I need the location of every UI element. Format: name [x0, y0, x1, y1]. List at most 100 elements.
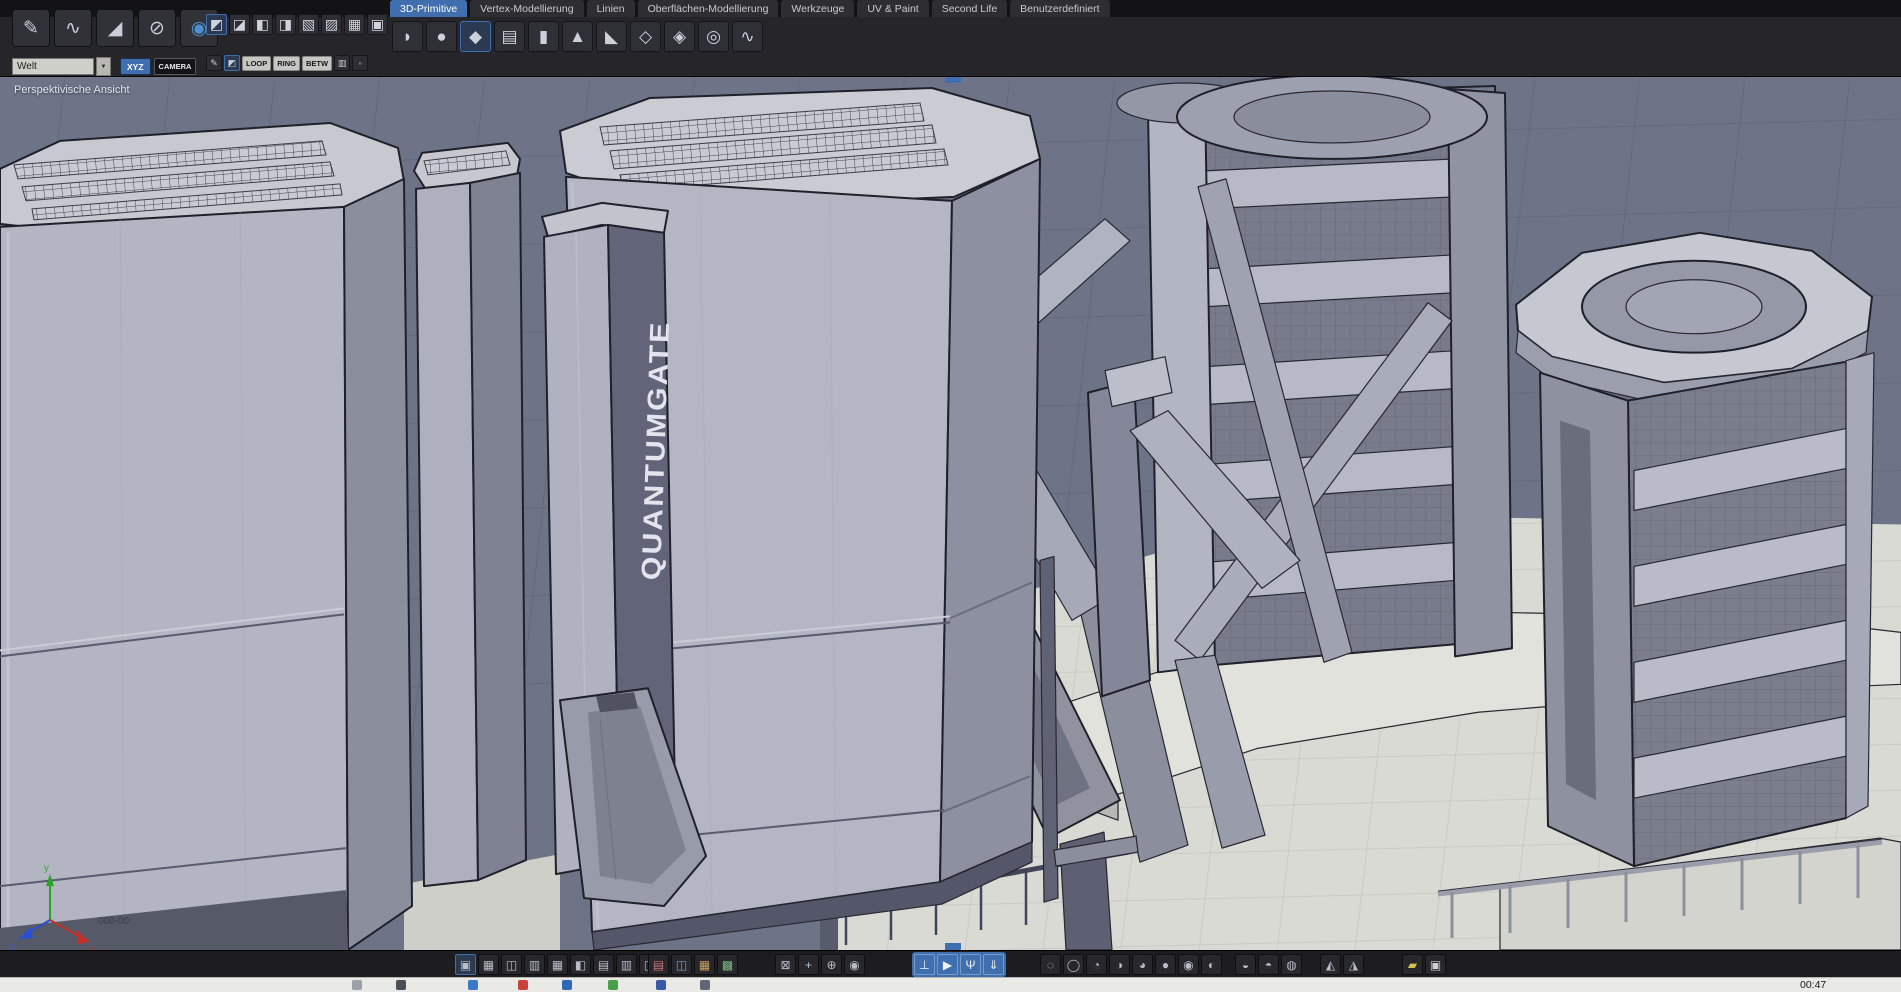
axis-readout: 000-00	[98, 916, 130, 927]
layers-icon[interactable]: ◫	[671, 954, 692, 975]
layout-single-icon[interactable]: ▣	[455, 954, 476, 975]
camera-button[interactable]: CAMERA	[154, 58, 197, 75]
rotate-tool-icon[interactable]: Ψ	[960, 954, 981, 975]
wedge-primitive-icon[interactable]: ◣	[596, 21, 627, 52]
airbrush-tool-icon[interactable]: ✎	[12, 9, 50, 47]
taskbar-app-icon-7[interactable]	[700, 980, 710, 990]
world-dropdown[interactable]: Welt	[12, 58, 94, 75]
move-tool-icon[interactable]: ⊥	[914, 954, 935, 975]
shading-hidden-line-icon[interactable]: ◯	[1063, 954, 1084, 975]
tab-benutzerdefiniert[interactable]: Benutzerdefiniert	[1010, 0, 1109, 17]
symmetry-icon[interactable]: ◦	[352, 55, 368, 71]
plane-primitive-icon[interactable]: ▤	[494, 21, 525, 52]
pan-view-icon[interactable]: +	[798, 954, 819, 975]
viewport-split-handle-top[interactable]	[945, 76, 961, 83]
layout-left-split-icon[interactable]: ◧	[570, 954, 591, 975]
render-preview-icon[interactable]: ▰	[1402, 954, 1423, 975]
vertices-mode-icon[interactable]: ◩	[206, 14, 227, 35]
polygon-primitive-icon[interactable]: ◇	[630, 21, 661, 52]
taskbar-app-icon-2[interactable]	[468, 980, 478, 990]
zoom-view-icon[interactable]: ⊕	[821, 954, 842, 975]
taskbar-app-icon-4[interactable]	[562, 980, 572, 990]
drop-tool-icon[interactable]: ⇓	[983, 954, 1004, 975]
layout-rows-icon[interactable]: ▤	[593, 954, 614, 975]
edges-mode-icon[interactable]: ◪	[229, 14, 250, 35]
shading-texture-icon[interactable]: ◉	[1178, 954, 1199, 975]
viewport-3d[interactable]: Perspektivische Ansicht	[0, 76, 1901, 950]
tab-linien[interactable]: Linien	[587, 0, 635, 17]
sphere-primitive-icon[interactable]: ●	[426, 21, 457, 52]
between-button[interactable]: BETW	[302, 56, 332, 71]
select-cursor-icon[interactable]: ▶	[937, 954, 958, 975]
tab-uv-paint[interactable]: UV & Paint	[857, 0, 928, 17]
shading-flat-icon[interactable]: ◔	[1086, 954, 1107, 975]
slab-tower[interactable]	[414, 143, 526, 886]
visibility-toggle-icon[interactable]: ◭	[1320, 954, 1341, 975]
pivot-mode-icon[interactable]: ▨	[321, 14, 342, 35]
capsule-primitive-icon[interactable]: ◗	[392, 21, 423, 52]
layout-column-pair-icon[interactable]: ▥	[616, 954, 637, 975]
viewport-canvas[interactable]: QUANTUMGATE y x z 000-00	[0, 76, 1901, 950]
taskbar-start-icon[interactable]	[352, 980, 362, 990]
world-row: Welt ▼ XYZ CAMERA	[12, 57, 196, 76]
taskbar-app-icon-5[interactable]	[608, 980, 618, 990]
viewport-split-handle-bottom[interactable]	[945, 943, 961, 950]
lighting-toggle-icon[interactable]: ◮	[1343, 954, 1364, 975]
cylinder-primitive-icon[interactable]: ▮	[528, 21, 559, 52]
selection-modifier-row: ✎◩LOOPRINGBETW▥◦	[206, 55, 368, 71]
layout-quad-icon[interactable]: ▦	[478, 954, 499, 975]
falloff-icon[interactable]: ◩	[224, 55, 240, 71]
tab-second-life[interactable]: Second Life	[932, 0, 1007, 17]
material-mode-icon[interactable]: ▣	[367, 14, 388, 35]
shading-gl-icon[interactable]: ◐	[1201, 954, 1222, 975]
primitive-toolbar: ◗●◆▤▮▲◣◇◈◎∿	[392, 21, 763, 52]
shading-cel-icon[interactable]: ◓	[1258, 954, 1279, 975]
grid-snap-icon[interactable]: ▥	[334, 55, 350, 71]
tab-vertex-modellierung[interactable]: Vertex-Modellierung	[470, 0, 583, 17]
render-group: ▰▣	[1402, 954, 1446, 975]
tool-nav-group: ⊥▶Ψ⇓	[912, 952, 1006, 977]
shading-smooth-icon[interactable]: ◕	[1132, 954, 1153, 975]
xyz-axis-button[interactable]: XYZ	[120, 58, 151, 75]
lasso-tool-icon[interactable]: ∿	[54, 9, 92, 47]
shading-wireframe-icon[interactable]: ◌	[1040, 954, 1061, 975]
torus-primitive-icon[interactable]: ◎	[698, 21, 729, 52]
item-list-icon[interactable]: ▤	[648, 954, 669, 975]
tab-werkzeuge[interactable]: Werkzeuge	[781, 0, 854, 17]
slice-tool-icon[interactable]: ⊘	[138, 9, 176, 47]
tube-primitive-icon[interactable]: ∿	[732, 21, 763, 52]
building-left[interactable]	[0, 123, 412, 950]
cone-primitive-icon[interactable]: ▲	[562, 21, 593, 52]
chevron-down-icon[interactable]: ▼	[96, 57, 111, 76]
image-grid-icon[interactable]: ▩	[717, 954, 738, 975]
polyhedron-primitive-icon[interactable]: ◈	[664, 21, 695, 52]
layout-split-right-icon[interactable]: ◫	[501, 954, 522, 975]
uv-grid-icon[interactable]: ▦	[694, 954, 715, 975]
shading-ghost-icon[interactable]: ◒	[1235, 954, 1256, 975]
taskbar-app-icon-1[interactable]	[396, 980, 406, 990]
ik-mode-icon[interactable]: ▦	[344, 14, 365, 35]
taskbar-app-icon-6[interactable]	[656, 980, 666, 990]
tab-oberfl-chen-modellierung[interactable]: Oberflächen-Modellierung	[638, 0, 779, 17]
polygons-mode-icon[interactable]: ◧	[252, 14, 273, 35]
axis-z-label: z	[10, 942, 15, 950]
cube-primitive-icon[interactable]: ◆	[460, 21, 491, 52]
shading-full-icon[interactable]: ●	[1155, 954, 1176, 975]
shading-reflection-icon[interactable]: ◍	[1281, 954, 1302, 975]
eye-view-icon[interactable]: ◉	[844, 954, 865, 975]
center-mode-icon[interactable]: ▧	[298, 14, 319, 35]
layout-columns-icon[interactable]: ▥	[524, 954, 545, 975]
pen-select-icon[interactable]: ✎	[206, 55, 222, 71]
knife-tool-icon[interactable]: ◢	[96, 9, 134, 47]
layout-grid-icon[interactable]: ▦	[547, 954, 568, 975]
loop-button[interactable]: LOOP	[242, 56, 271, 71]
selection-mode-row: ◩◪◧◨▧▨▦▣	[206, 14, 388, 35]
ring-button[interactable]: RING	[273, 56, 300, 71]
fit-view-icon[interactable]: ⊠	[775, 954, 796, 975]
system-clock: 00:47	[1800, 979, 1826, 991]
camera-view-icon[interactable]: ▣	[1425, 954, 1446, 975]
taskbar-app-icon-3[interactable]	[518, 980, 528, 990]
items-mode-icon[interactable]: ◨	[275, 14, 296, 35]
tab-3d-primitive[interactable]: 3D-Primitive	[390, 0, 467, 17]
shading-shaded-icon[interactable]: ◑	[1109, 954, 1130, 975]
